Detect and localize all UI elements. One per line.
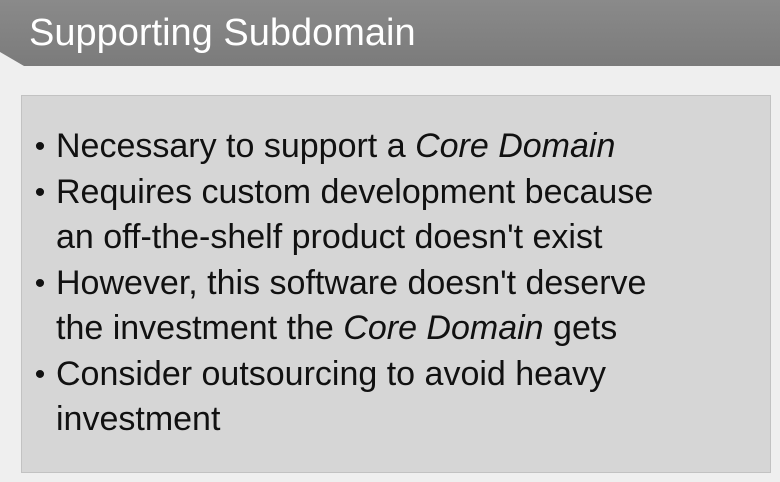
bullet-text: Consider outsourcing to avoid heavy (56, 354, 606, 393)
bullet-text: investment (56, 400, 221, 438)
bullet-line: However, this software doesn't deserve (56, 261, 653, 307)
bullet-text: Necessary to support a (56, 127, 416, 165)
bullet-line: Consider outsourcing to avoid heavy (56, 352, 653, 398)
bullet-icon: • (34, 130, 46, 163)
bullet-item: • Consider outsourcing to avoid heavy in… (32, 352, 653, 443)
bullet-text: However, this software doesn't deserve (56, 263, 647, 302)
bullet-text: an off-the-shelf product doesn't exist (56, 218, 603, 256)
bullet-text: the investment the (56, 309, 344, 347)
content-box: • Necessary to support a Core Domain • R… (21, 95, 771, 473)
slide: Supporting Subdomain • Necessary to supp… (0, 0, 780, 482)
bullet-line: the investment the Core Domain gets (56, 306, 653, 352)
bullet-text: gets (543, 309, 618, 347)
bullet-item: • Requires custom development because an… (32, 170, 654, 261)
bullet-emphasis: Core Domain (343, 309, 544, 347)
bullet-icon: • (34, 266, 46, 300)
bullet-icon: • (34, 175, 46, 209)
bullet-icon: • (34, 357, 46, 391)
bullet-line: an off-the-shelf product doesn't exist (56, 215, 653, 261)
bullet-emphasis: Core Domain (415, 127, 616, 165)
bullet-line: investment (56, 397, 653, 443)
bullet-item: • Necessary to support a Core Domain (32, 124, 653, 170)
bullet-line: Necessary to support a Core Domain (56, 124, 653, 170)
bullet-list: • Necessary to support a Core Domain • R… (32, 124, 654, 443)
bullet-text: Requires custom development because (56, 172, 654, 211)
bullet-line: Requires custom development because (56, 170, 653, 216)
slide-title: Supporting Subdomain (29, 12, 416, 54)
bullet-item: • However, this software doesn't deserve… (32, 261, 653, 352)
